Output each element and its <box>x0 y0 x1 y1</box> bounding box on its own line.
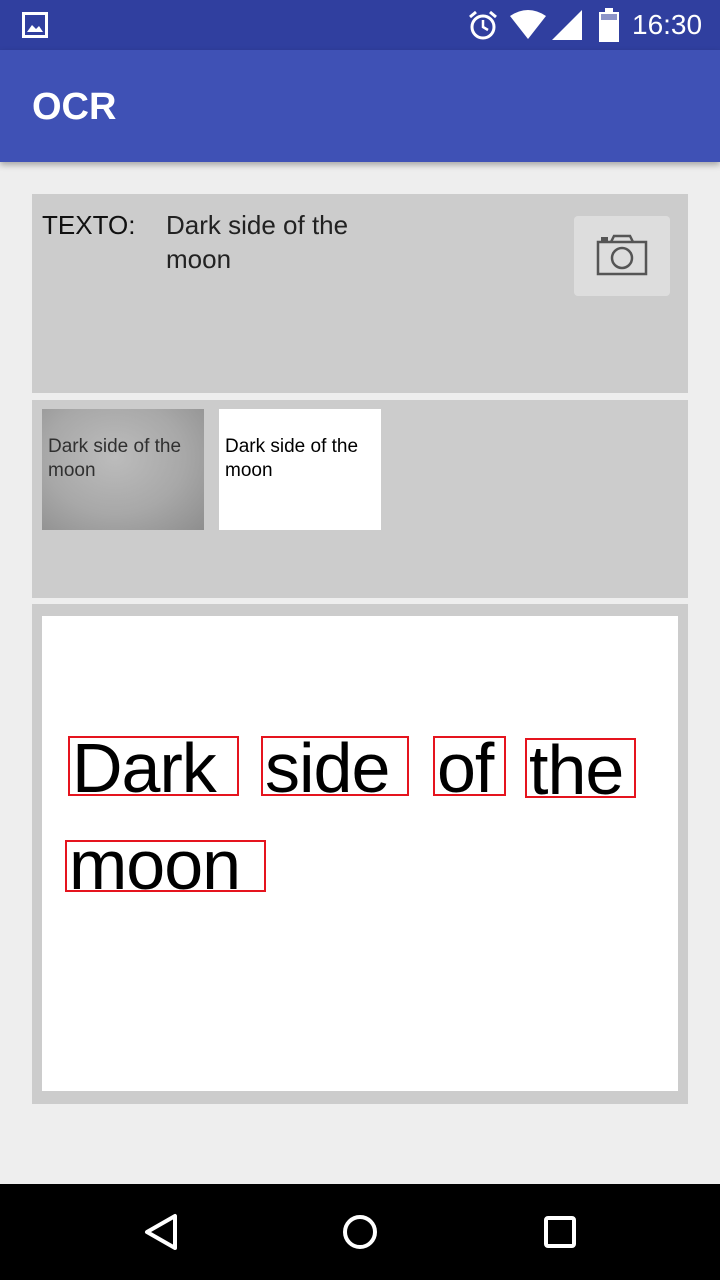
word-box: Dark <box>68 733 239 803</box>
app-title: OCR <box>32 86 117 128</box>
recognized-text-value: Dark side of the moon <box>166 210 349 274</box>
signal-icon <box>551 9 583 41</box>
navigation-bar <box>0 1184 720 1280</box>
original-photo-text: Dark side of the moon <box>48 436 182 481</box>
home-button[interactable] <box>330 1202 390 1262</box>
detection-result-image: Dark side of the moon <box>42 616 678 1091</box>
alarm-icon <box>467 9 499 41</box>
original-photo-thumbnail[interactable]: Dark side of the moon <box>42 409 204 530</box>
thumbnails-panel: Dark side of the moon Dark side of the m… <box>32 400 688 598</box>
status-clock: 16:30 <box>632 9 703 40</box>
camera-icon <box>596 234 648 276</box>
app-bar: OCR <box>0 50 720 162</box>
back-icon <box>145 1214 177 1250</box>
word-box: the <box>525 735 636 805</box>
camera-button[interactable] <box>574 216 670 296</box>
detection-result-panel: Dark side of the moon <box>32 604 688 1104</box>
word-box: of <box>433 733 506 803</box>
back-button[interactable] <box>130 1202 190 1262</box>
text-label: TEXTO: <box>42 210 136 240</box>
status-bar: 16:30 <box>0 0 720 50</box>
wifi-icon <box>509 10 547 40</box>
word-box: side <box>261 733 409 803</box>
gallery-icon <box>22 12 48 38</box>
word-box: moon <box>65 830 266 900</box>
recents-icon <box>544 1216 576 1248</box>
home-icon <box>343 1215 377 1249</box>
recents-button[interactable] <box>530 1202 590 1262</box>
battery-icon <box>598 8 620 42</box>
binarized-image-text: Dark side of the moon <box>225 436 359 481</box>
recognized-text-panel: TEXTO: Dark side of the moon <box>32 194 688 393</box>
binarized-image-thumbnail[interactable]: Dark side of the moon <box>219 409 381 530</box>
